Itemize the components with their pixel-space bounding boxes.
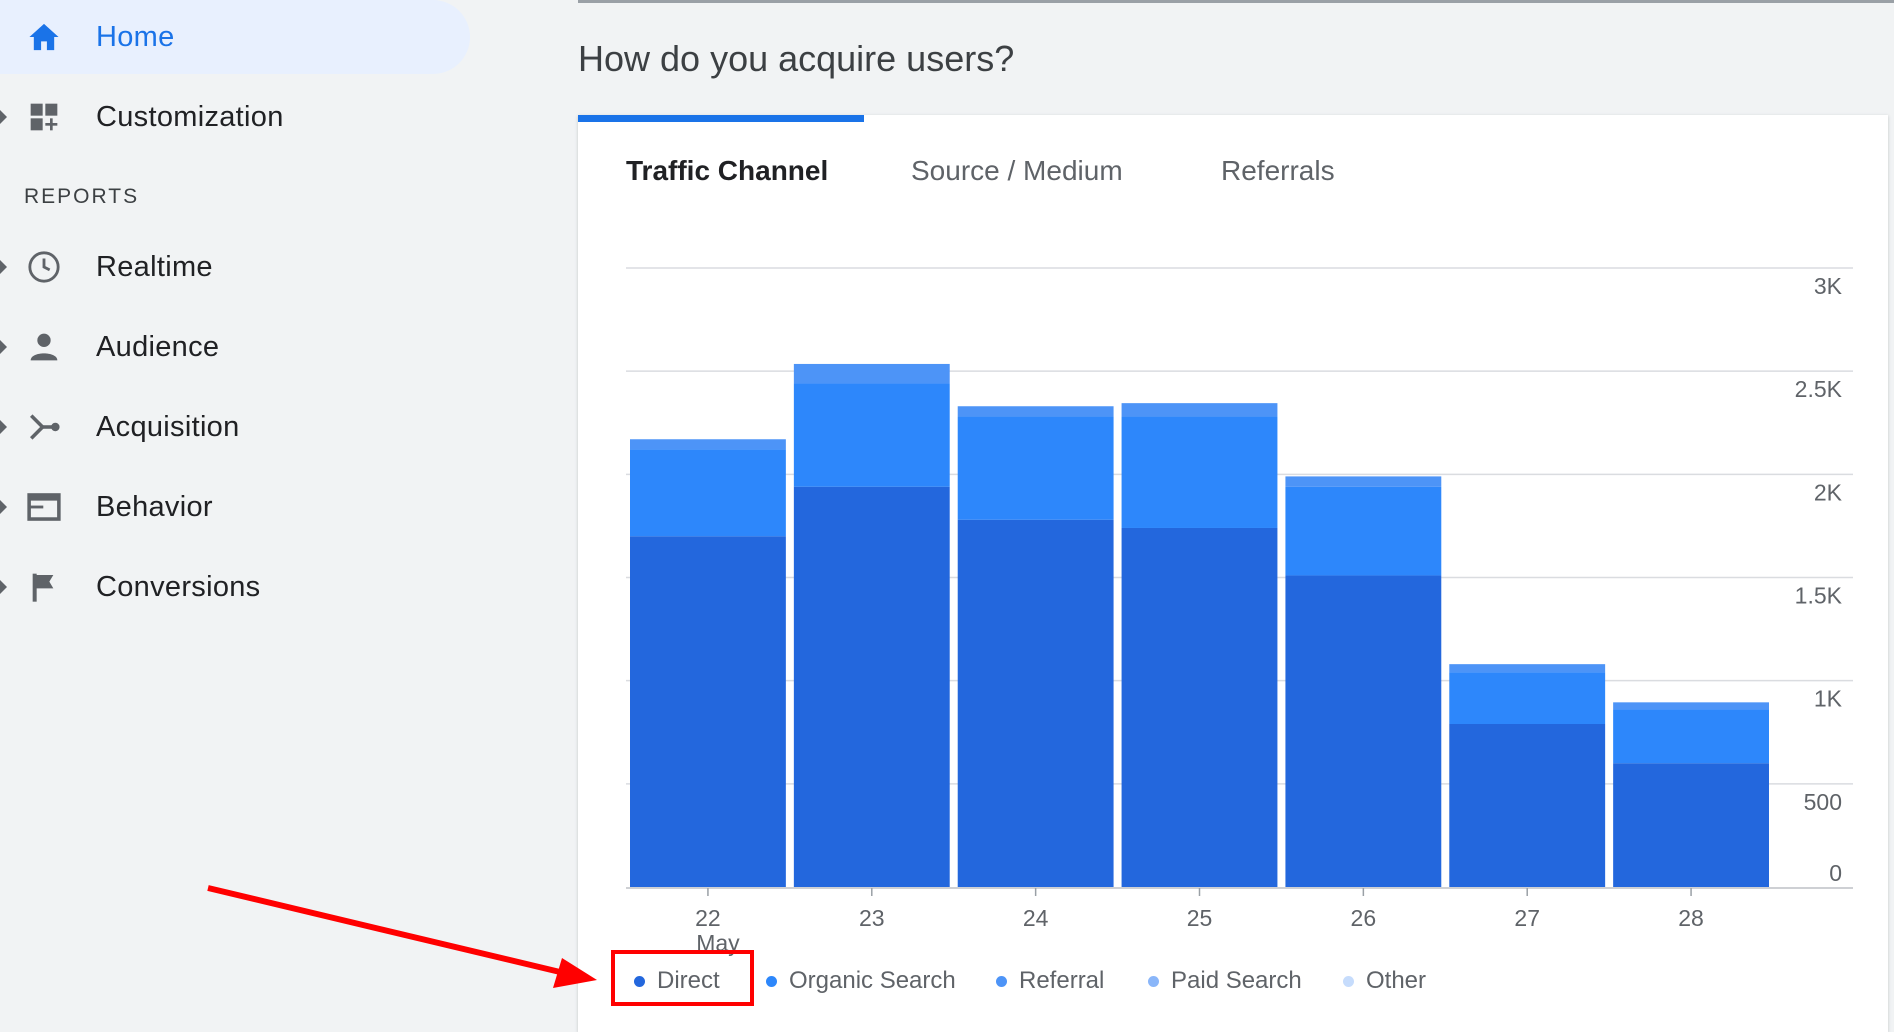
bar-direct: [957, 519, 1114, 887]
bar-direct: [1121, 527, 1278, 887]
clock-icon: [25, 248, 63, 286]
x-tick-label: 22: [695, 905, 721, 931]
bar-organic-search: [1285, 486, 1442, 576]
expand-arrow-icon: [0, 260, 7, 274]
y-tick-label: 1.5K: [1795, 583, 1843, 609]
x-tick-label: 28: [1678, 905, 1704, 931]
expand-arrow-icon: [0, 500, 7, 514]
bar-referral: [793, 363, 950, 384]
bar-direct: [1613, 763, 1769, 887]
bar-organic-search: [1449, 672, 1606, 724]
legend-dot: [1148, 975, 1159, 987]
expand-arrow-icon: [0, 580, 7, 594]
traffic-channel-chart: 05001K1.5K2K2.5K3K22May23 24 25 26 27 28: [626, 267, 1853, 956]
legend-label: Other: [1366, 967, 1427, 994]
bar-referral: [1449, 664, 1606, 673]
y-tick-label: 500: [1804, 789, 1842, 815]
bar-referral: [1285, 476, 1442, 487]
sidebar-item-acquisition[interactable]: Acquisition: [0, 390, 470, 464]
legend-dot: [766, 975, 777, 987]
y-tick-label: 2.5K: [1795, 376, 1843, 402]
sidebar-item-label: Audience: [96, 330, 220, 363]
legend-label: Paid Search: [1171, 967, 1302, 994]
person-icon: [25, 328, 63, 366]
sidebar-item-conversions[interactable]: Conversions: [0, 550, 470, 624]
legend-item-paid-search[interactable]: Paid Search: [1148, 963, 1302, 999]
legend-dot: [996, 975, 1007, 987]
bar-referral: [630, 439, 786, 450]
sidebar-item-label: Realtime: [96, 250, 213, 283]
x-tick-label: 25: [1187, 905, 1213, 931]
bar-organic-search: [1613, 709, 1769, 764]
annotation-highlight-box: [611, 950, 754, 1006]
x-tick-label: 27: [1514, 905, 1540, 931]
legend-item-other[interactable]: Other: [1343, 963, 1426, 999]
bar-direct: [1449, 723, 1606, 887]
x-tick-label: 24: [1023, 905, 1049, 931]
section-title: How do you acquire users?: [578, 38, 1015, 79]
sidebar-item-behavior[interactable]: Behavior: [0, 470, 470, 544]
sidebar-item-home[interactable]: Home: [0, 0, 470, 74]
legend-item-referral[interactable]: Referral: [996, 963, 1104, 999]
legend-dot: [1343, 975, 1354, 987]
y-tick-label: 0: [1829, 860, 1842, 886]
x-tick-label: 23: [859, 905, 885, 931]
bar-organic-search: [630, 449, 786, 537]
bar-organic-search: [1121, 416, 1278, 528]
bar-direct: [793, 486, 950, 887]
legend-item-organic-search[interactable]: Organic Search: [766, 963, 956, 999]
bar-organic-search: [957, 416, 1114, 520]
legend-label: Referral: [1019, 967, 1105, 994]
web-page-icon: [25, 488, 63, 526]
sidebar-item-customization[interactable]: Customization: [0, 80, 470, 154]
home-icon: [25, 18, 63, 56]
flag-icon: [25, 568, 63, 606]
bar-direct: [630, 536, 786, 887]
bar-referral: [1121, 403, 1278, 417]
x-tick-label: 26: [1351, 905, 1377, 931]
bar-direct: [1285, 575, 1442, 887]
sidebar-item-audience[interactable]: Audience: [0, 310, 470, 384]
merge-icon: [25, 408, 63, 446]
y-tick-label: 1K: [1814, 686, 1843, 712]
acquisition-card: Traffic Channel Source / Medium Referral…: [578, 115, 1888, 1032]
sidebar: Home Customization REPORTS Realtime Audi…: [0, 0, 575, 1032]
dashboard-icon: [25, 98, 63, 136]
legend-label: Organic Search: [789, 967, 956, 994]
expand-arrow-icon: [0, 340, 7, 354]
sidebar-item-label: Conversions: [96, 570, 261, 603]
sidebar-item-realtime[interactable]: Realtime: [0, 230, 470, 304]
bar-referral: [1613, 702, 1769, 710]
sidebar-item-label: Behavior: [96, 490, 213, 523]
bar-referral: [957, 406, 1114, 417]
sidebar-item-label: Home: [96, 20, 175, 53]
y-tick-label: 3K: [1814, 273, 1843, 299]
sidebar-item-label: Customization: [96, 100, 284, 133]
bar-organic-search: [793, 383, 950, 487]
top-divider: [578, 0, 1894, 3]
y-tick-label: 2K: [1814, 479, 1843, 505]
expand-arrow-icon: [0, 110, 7, 124]
sidebar-item-label: Acquisition: [96, 410, 240, 443]
expand-arrow-icon: [0, 420, 7, 434]
reports-heading: REPORTS: [24, 185, 140, 208]
